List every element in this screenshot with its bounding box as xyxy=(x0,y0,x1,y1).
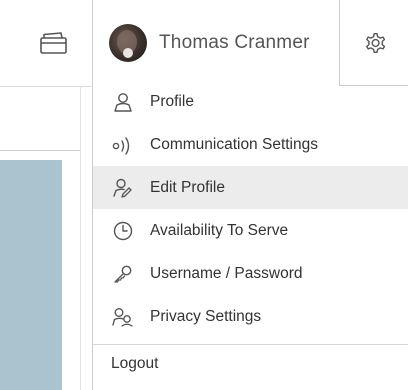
person-outline-icon xyxy=(111,90,135,114)
settings-button[interactable] xyxy=(339,0,408,86)
card-icon xyxy=(39,31,69,55)
menu-item-label: Availability To Serve xyxy=(150,221,289,239)
background-panel xyxy=(0,160,62,390)
user-dropdown-menu: Thomas Cranmer Profile Communication Set… xyxy=(92,0,408,390)
broadcast-signal-icon xyxy=(111,133,135,157)
menu-item-label: Edit Profile xyxy=(150,178,225,196)
left-topbar xyxy=(0,0,91,87)
person-edit-icon xyxy=(111,176,135,200)
menu-items: Profile Communication Settings Edit Prof… xyxy=(93,80,408,338)
menu-item-label: Username / Password xyxy=(150,264,303,282)
menu-item-label: Profile xyxy=(150,92,194,110)
menu-item-label: Communication Settings xyxy=(150,135,318,153)
menu-item-edit-profile[interactable]: Edit Profile xyxy=(93,166,408,209)
app-frame: Thomas Cranmer Profile Communication Set… xyxy=(0,0,408,390)
avatar xyxy=(109,24,147,62)
logout-link[interactable]: Logout xyxy=(111,355,158,373)
menu-item-profile[interactable]: Profile xyxy=(93,80,408,123)
privacy-people-icon xyxy=(111,305,135,329)
clock-icon xyxy=(111,219,135,243)
left-edge-line xyxy=(80,86,81,390)
card-icon-button[interactable] xyxy=(36,28,72,58)
key-icon xyxy=(111,262,135,286)
user-name: Thomas Cranmer xyxy=(159,32,310,53)
menu-item-label: Privacy Settings xyxy=(150,307,262,325)
menu-item-username-password[interactable]: Username / Password xyxy=(93,252,408,295)
menu-item-availability[interactable]: Availability To Serve xyxy=(93,209,408,252)
left-divider xyxy=(0,150,80,151)
gear-icon xyxy=(362,30,388,56)
menu-item-communication-settings[interactable]: Communication Settings xyxy=(93,123,408,166)
left-pane xyxy=(0,0,92,390)
logout-divider xyxy=(93,344,408,345)
user-header[interactable]: Thomas Cranmer xyxy=(93,0,339,86)
menu-item-privacy-settings[interactable]: Privacy Settings xyxy=(93,295,408,338)
